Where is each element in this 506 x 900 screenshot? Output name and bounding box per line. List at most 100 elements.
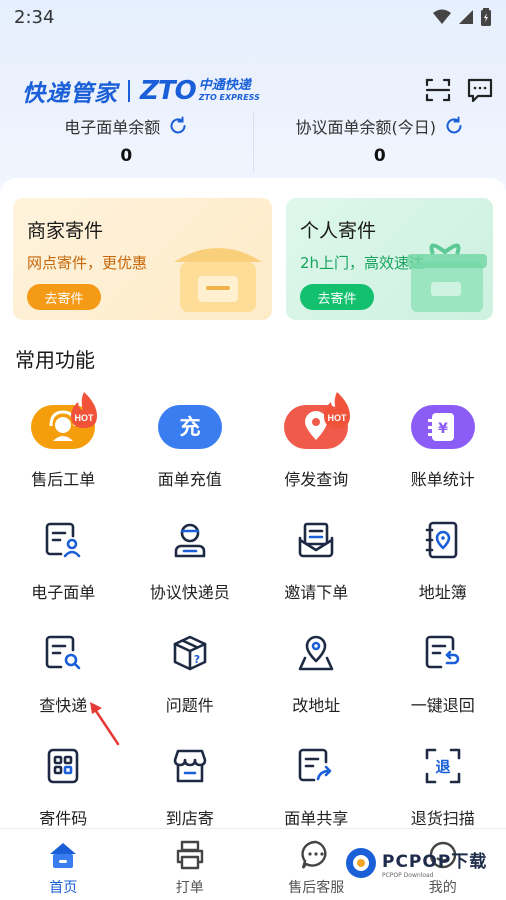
recharge-icon: 充: [157, 405, 222, 449]
store-icon: [173, 749, 207, 783]
function-label: 协议快递员: [149, 583, 230, 602]
top-actions: [424, 76, 494, 104]
tab-label: 打单: [175, 880, 204, 896]
function-label: 面单共享: [284, 809, 349, 828]
bill-icon: ¥: [410, 405, 475, 449]
function-label: 地址簿: [418, 583, 467, 602]
function-address-book[interactable]: 地址簿: [380, 497, 506, 610]
function-label: 账单统计: [410, 470, 475, 489]
balance-value: 0: [120, 146, 133, 166]
store-illustration-icon: [174, 248, 262, 312]
status-icons: [432, 8, 492, 26]
function-label: 面单充值: [157, 470, 222, 489]
function-ship-in-store[interactable]: 到店寄: [127, 723, 254, 836]
qr-code-icon: [47, 748, 79, 784]
function-label: 查快递: [39, 696, 88, 715]
return-icon: [425, 635, 460, 669]
problem-box-icon: ?: [173, 635, 207, 671]
function-label: 寄件码: [39, 809, 88, 828]
balance-value: 0: [373, 146, 386, 166]
agreement-waybill-balance: 协议面单余额(今日) 0: [252, 112, 506, 172]
personal-ship-button[interactable]: 去寄件: [300, 284, 374, 310]
gift-box-illustration-icon: [407, 243, 487, 312]
function-waybill-recharge[interactable]: 充 面单充值: [127, 384, 254, 497]
balance-label: 电子面单余额: [64, 118, 161, 137]
function-label: 问题件: [165, 696, 214, 715]
message-icon[interactable]: [466, 76, 494, 104]
search-package-icon: [45, 635, 81, 670]
chat-icon: [301, 840, 327, 869]
pcpop-watermark: PCPOP下载 PCPOP Download: [344, 846, 487, 880]
svg-text:?: ?: [194, 653, 200, 666]
wifi-icon: [433, 9, 451, 24]
function-problem-parcel[interactable]: ? 问题件: [127, 610, 254, 723]
svg-text:退: 退: [435, 758, 450, 776]
tab-label: 首页: [49, 880, 78, 896]
status-bar: 2:34: [0, 0, 506, 34]
function-invite-order[interactable]: 邀请下单: [253, 497, 380, 610]
balance-row: 电子面单余额 0 协议面单余额(今日) 0: [0, 112, 506, 172]
function-label: 邀请下单: [284, 583, 349, 602]
home-icon: [50, 843, 77, 868]
merchant-ship-card[interactable]: 商家寄件 网点寄件，更优惠 去寄件: [13, 198, 272, 320]
courier-icon: [174, 523, 206, 558]
scan-icon[interactable]: [424, 76, 452, 104]
tab-label: 我的: [428, 880, 457, 896]
zto-logo: ZTO 中通快递 ZTO EXPRESS: [140, 76, 260, 106]
refresh-icon[interactable]: [168, 116, 188, 136]
zto-cn-name: 中通快递: [198, 78, 251, 93]
function-agreement-courier[interactable]: 协议快递员: [127, 497, 254, 610]
ship-card-subtitle: 网点寄件，更优惠: [27, 254, 148, 272]
function-grid: HOT 售后工单 充 面单充值 HOT 停发查询 ¥ 账单统计 电子面单 协议快…: [0, 384, 506, 836]
svg-text:充: 充: [179, 415, 200, 439]
function-after-sales-ticket[interactable]: HOT 售后工单: [0, 384, 127, 497]
printer-icon: [176, 840, 203, 870]
change-address-icon: [298, 635, 334, 671]
tab-label: 售后客服: [288, 880, 345, 896]
merchant-ship-button[interactable]: 去寄件: [27, 284, 101, 310]
function-label: 售后工单: [31, 470, 96, 489]
function-label: 一键退回: [410, 696, 475, 715]
ship-card-title: 个人寄件: [300, 220, 377, 242]
function-label: 停发查询: [284, 470, 349, 489]
watermark-sub-text: PCPOP Download: [382, 872, 434, 879]
function-one-click-return[interactable]: 一键退回: [380, 610, 506, 723]
envelope-icon: [298, 522, 334, 558]
function-label: 到店寄: [165, 809, 214, 828]
function-waybill-sharing[interactable]: 面单共享: [253, 723, 380, 836]
function-label: 改地址: [292, 696, 341, 715]
function-change-address[interactable]: 改地址: [253, 610, 380, 723]
personal-ship-card[interactable]: 个人寄件 2h上门，高效速达 去寄件: [286, 198, 493, 320]
brand-logo: 快递管家 ZTO 中通快递 ZTO EXPRESS: [22, 74, 260, 108]
tab-print[interactable]: 打单: [127, 829, 254, 900]
waybill-person-icon: [45, 522, 81, 558]
svg-text:HOT: HOT: [75, 413, 95, 423]
svg-text:¥: ¥: [438, 421, 448, 437]
zto-mark: ZTO: [140, 76, 197, 106]
balance-label: 协议面单余额(今日): [295, 118, 437, 137]
function-bill-statistics[interactable]: ¥ 账单统计: [380, 384, 506, 497]
ship-card-title: 商家寄件: [27, 220, 104, 242]
tab-home[interactable]: 首页: [0, 829, 127, 900]
brand-divider: [128, 80, 130, 102]
refresh-icon[interactable]: [444, 116, 464, 136]
svg-text:HOT: HOT: [328, 413, 348, 423]
status-time: 2:34: [14, 6, 55, 28]
return-scan-icon: 退: [425, 748, 461, 784]
zto-en-name: ZTO EXPRESS: [198, 93, 260, 102]
battery-icon: [481, 8, 491, 26]
watermark-main-text: PCPOP下载: [382, 852, 488, 872]
e-waybill-balance: 电子面单余额 0: [0, 112, 253, 172]
app-name: 快递管家: [22, 81, 118, 107]
address-book-icon: [425, 521, 458, 559]
share-waybill-icon: [298, 748, 332, 782]
signal-icon: [459, 10, 473, 24]
main-content: 商家寄件 网点寄件，更优惠 去寄件 个人寄件 2h上门，高效速达 去寄件 常用功…: [0, 178, 506, 828]
hot-badge-icon: HOT: [324, 392, 351, 428]
function-suspension-query[interactable]: HOT 停发查询: [253, 384, 380, 497]
function-label: 电子面单: [31, 583, 96, 602]
pointer-arrow-icon: [90, 702, 120, 746]
function-e-waybill[interactable]: 电子面单: [0, 497, 127, 610]
section-title: 常用功能: [15, 348, 95, 372]
function-return-scan[interactable]: 退 退货扫描: [380, 723, 506, 836]
